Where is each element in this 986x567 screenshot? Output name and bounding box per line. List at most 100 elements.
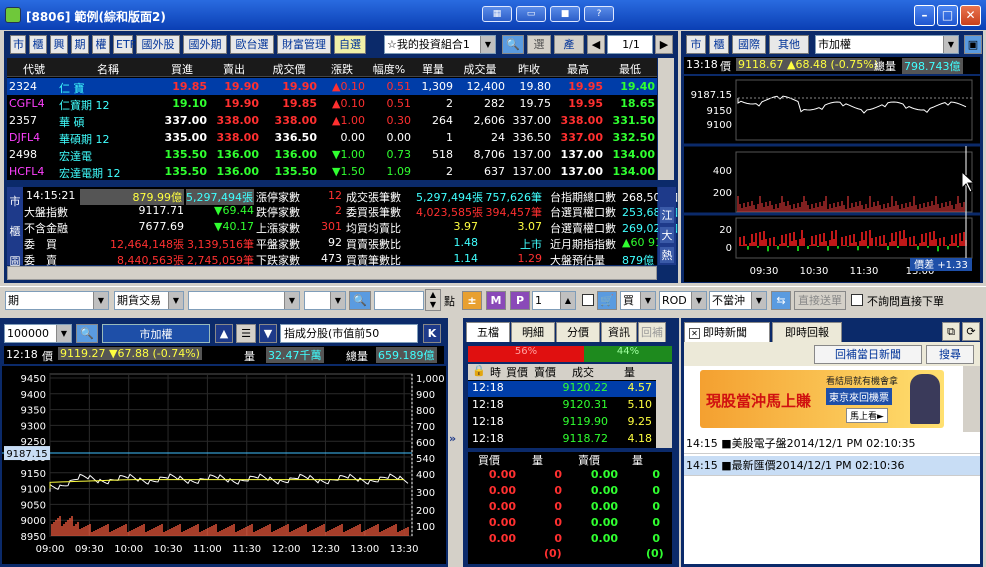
quote-tab[interactable]: 明細	[511, 322, 555, 342]
table-row[interactable]: DJFL4 華碩期 12 335.00 338.00 336.50 0.00 0.00 1 24…	[7, 129, 657, 146]
category-tab[interactable]: 自選	[334, 35, 366, 54]
chart-search-icon[interactable]: 🔍	[76, 324, 98, 343]
close-icon[interactable]: ✕	[689, 328, 700, 339]
month-select[interactable]: ▼	[304, 291, 346, 310]
category-tab[interactable]: 國外期	[183, 35, 227, 54]
checkbox-1[interactable]	[582, 294, 594, 306]
up-arrow-icon[interactable]: ▲	[215, 324, 233, 343]
table-row[interactable]: 2498 宏達電 135.50 136.00 136.00 ▼1.00 0.73 518 8,7…	[7, 146, 657, 163]
k-chart-button[interactable]: K	[423, 324, 441, 343]
right-tab[interactable]: 其他	[769, 35, 809, 54]
minimize-button[interactable]: –	[914, 5, 935, 26]
column-header[interactable]: 賣出	[209, 61, 259, 77]
popout-icon[interactable]: ▣	[964, 35, 982, 54]
market-tab-0[interactable]: 市	[7, 193, 23, 209]
quote-tab[interactable]: 回補	[638, 322, 666, 342]
tab-realtime-news[interactable]: ✕ 即時新聞	[684, 322, 770, 342]
tab-realtime-report[interactable]: 即時回報	[772, 322, 842, 342]
expand-icon[interactable]: »	[449, 432, 456, 445]
category-tab[interactable]: 櫃	[29, 35, 47, 54]
down-arrow-icon[interactable]: ▼	[259, 324, 277, 343]
product-select[interactable]: ▼	[188, 291, 300, 310]
market-hscrollbar[interactable]	[7, 266, 657, 280]
side-tab-1[interactable]: 大	[660, 227, 674, 243]
fill-news-button[interactable]: 回補當日新聞	[814, 345, 922, 364]
news-search-button[interactable]: 搜尋	[926, 345, 974, 364]
no-confirm-checkbox[interactable]	[851, 294, 863, 306]
news-item[interactable]: 14:15 ■美股電子盤2014/12/1 PM 02:10:35	[684, 434, 980, 454]
table-row[interactable]: 2357 華 碩 337.00 338.00 338.00 ▲1.00 0.30 264 2,6…	[7, 112, 657, 129]
qty-input[interactable]: 1 ▲	[532, 291, 576, 310]
column-header[interactable]: 成交量	[455, 61, 505, 77]
video-icon[interactable]: ■	[550, 6, 580, 22]
splitter[interactable]: »	[448, 318, 462, 567]
category-tab[interactable]: 興	[50, 35, 68, 54]
next-page-icon[interactable]: ▶	[655, 35, 673, 54]
refresh-icon[interactable]: ⟳	[962, 322, 980, 341]
market-price-button[interactable]: M	[486, 291, 506, 310]
column-header[interactable]: 買進	[157, 61, 207, 77]
limit-price-button[interactable]: P	[510, 291, 530, 310]
category-tab[interactable]: 歐台選	[230, 35, 274, 54]
trade-type-select[interactable]: 期貨交易 ▼	[114, 291, 184, 310]
table-row[interactable]: HCFL4 宏達電期 12 135.50 136.00 135.50 ▼1.50 1.09 2…	[7, 163, 657, 180]
daytrade-select[interactable]: 不當沖 ▼	[709, 291, 767, 310]
ad-banner[interactable]: 現股當沖馬上賺 看結局就有機會拿 東京來回機票 馬上看►	[700, 370, 944, 428]
indicator-field[interactable]: 指成分股(市值前50	[280, 324, 418, 343]
column-header[interactable]: 昨收	[507, 61, 551, 77]
column-header[interactable]: 最高	[553, 61, 603, 77]
column-header[interactable]: 幅度%	[367, 61, 411, 77]
quote-tab[interactable]: 五檔	[466, 322, 510, 342]
quote-tab[interactable]: 分價	[556, 322, 600, 342]
index-select[interactable]: 市加權 ▼	[815, 35, 959, 54]
side-tab-0[interactable]: 江	[660, 207, 674, 223]
rod-select[interactable]: ROD ▼	[659, 291, 707, 310]
window-icon[interactable]: ▭	[516, 6, 546, 22]
portfolio-select[interactable]: ☆我的投資組合1 ▼	[384, 35, 496, 54]
cart-icon[interactable]: 🛒	[597, 291, 617, 310]
side-tab-2[interactable]: 熱	[660, 247, 674, 263]
column-header[interactable]: 代號	[9, 61, 59, 77]
news-item[interactable]: 14:15 ■最新匯價2014/12/1 PM 02:10:36	[684, 456, 980, 476]
ad-cta-button[interactable]: 馬上看►	[846, 408, 888, 423]
table-row[interactable]: CGFL4 仁寶期 12 19.10 19.90 19.85 ▲0.10 0.51 2 282 1…	[7, 95, 657, 112]
contract-select[interactable]: 期 ▼	[5, 291, 109, 310]
column-header[interactable]: 名稱	[59, 61, 157, 77]
plus-minus-button[interactable]: ±	[462, 291, 482, 310]
table-scrollbar[interactable]	[658, 58, 674, 180]
dock-icon[interactable]: ⧉	[942, 322, 960, 341]
help-icon[interactable]: ?	[584, 6, 614, 22]
chart-symbol[interactable]: 市加權	[102, 324, 210, 343]
select-button[interactable]: 選	[527, 35, 551, 54]
column-header[interactable]: 最低	[605, 61, 655, 77]
send-icon[interactable]: ⇆	[771, 291, 791, 310]
asset-dropdown[interactable]: 產	[554, 35, 584, 54]
search-icon[interactable]: 🔍	[502, 35, 524, 54]
table-row[interactable]: 2324 仁 寶 19.85 19.90 19.90 ▲0.10 0.51 1,309 12,4…	[7, 78, 657, 95]
column-header[interactable]: 單量	[413, 61, 453, 77]
market-tab-1[interactable]: 櫃	[7, 223, 23, 239]
tick-row[interactable]: 12:18 9120.31 5.10	[468, 398, 656, 414]
price-input[interactable]	[374, 291, 424, 310]
category-tab[interactable]: 財富管理	[277, 35, 331, 54]
maximize-button[interactable]: □	[937, 5, 958, 26]
column-header[interactable]: 成交價	[261, 61, 317, 77]
tick-row[interactable]: 12:18 9120.22 4.57	[468, 381, 656, 397]
quote-tab[interactable]: 資訊	[601, 322, 637, 342]
prev-page-icon[interactable]: ◀	[587, 35, 605, 54]
right-tab[interactable]: 櫃	[709, 35, 729, 54]
right-tab[interactable]: 市	[686, 35, 706, 54]
send-order-button[interactable]: 直接送單	[794, 291, 846, 310]
category-tab[interactable]: 期	[71, 35, 89, 54]
category-tab[interactable]: 權	[92, 35, 110, 54]
right-tab[interactable]: 國際	[732, 35, 766, 54]
category-tab[interactable]: 市	[10, 35, 26, 54]
price-spinner[interactable]: ▲ ▼	[425, 289, 441, 311]
tick-scrollbar[interactable]	[656, 364, 672, 448]
order-search-icon[interactable]: 🔍	[349, 291, 371, 310]
tick-row[interactable]: 12:18 9118.72 4.18	[468, 432, 656, 448]
category-tab[interactable]: 國外股	[136, 35, 180, 54]
ad-scrollbar[interactable]	[963, 366, 980, 432]
side-select[interactable]: 買 ▼	[620, 291, 656, 310]
close-button[interactable]: ✕	[960, 5, 981, 26]
